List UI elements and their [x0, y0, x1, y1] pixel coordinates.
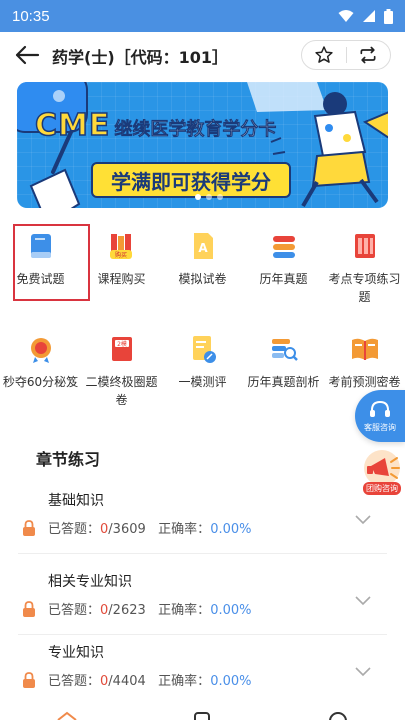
answered-label: 已答题： — [48, 603, 101, 618]
status-bar: 10:35 — [0, 0, 405, 32]
chapter-stats: 已答题：0/3609 正确率：0.00% — [48, 518, 252, 537]
menu-item-final-exam[interactable]: 2模 二模终极圈题卷 — [81, 327, 162, 409]
menu-label: 二模终极圈题卷 — [85, 375, 158, 407]
accuracy-value: 0.00% — [210, 674, 252, 689]
menu-label: 一模测评 — [178, 375, 227, 389]
total-count: /3609 — [108, 522, 146, 537]
carousel-dot — [206, 194, 212, 200]
battery-icon — [384, 8, 393, 24]
favorite-button[interactable] — [302, 41, 346, 69]
menu-label: 免费试题 — [16, 272, 65, 286]
chapter-title: 专业知识 — [48, 645, 104, 661]
customer-service-button[interactable]: 客服咨询 — [355, 390, 405, 442]
nav-tab-icon[interactable] — [194, 712, 210, 720]
menu-label: 模拟试卷 — [178, 272, 227, 286]
book-icon — [30, 234, 51, 258]
exam-book-icon: 2模 — [111, 337, 132, 361]
chevron-down-icon[interactable] — [354, 595, 372, 607]
back-arrow-icon[interactable] — [14, 44, 40, 66]
header-actions — [301, 40, 391, 70]
chevron-down-icon[interactable] — [354, 514, 372, 526]
archive-icon — [354, 234, 375, 258]
section-title: 章节练习 — [36, 450, 101, 469]
svg-text:2模: 2模 — [117, 340, 127, 348]
banner-slogan: 学满即可获得学分 — [91, 162, 291, 198]
promo-banner[interactable]: CME 继续医学教育学分卡 学满即可获得学分 — [17, 82, 388, 208]
search-paper-icon — [271, 339, 298, 361]
answered-label: 已答题： — [48, 522, 101, 537]
accuracy-value: 0.00% — [210, 603, 252, 618]
menu-label: 考点专项练习题 — [328, 272, 401, 304]
total-count: /2623 — [108, 603, 146, 618]
switch-icon — [360, 46, 376, 64]
stacked-papers-icon — [272, 236, 295, 258]
total-count: /4404 — [108, 674, 146, 689]
wifi-icon — [338, 10, 354, 22]
banner-title-cn: 继续医学教育学分卡 — [114, 119, 277, 141]
lock-icon — [23, 520, 35, 536]
chapter-item[interactable]: 专业知识 已答题：0/4404 正确率：0.00% — [0, 630, 405, 706]
chapter-stats: 已答题：0/4404 正确率：0.00% — [48, 670, 252, 689]
books-purchase-icon: 购买 — [109, 234, 132, 259]
chevron-down-icon[interactable] — [354, 666, 372, 678]
paper-a-icon: A — [193, 233, 213, 259]
chapter-item[interactable]: 相关专业知识 已答题：0/2623 正确率：0.00% — [0, 559, 405, 635]
banner-title-en: CME — [34, 107, 111, 144]
chapter-title: 基础知识 — [48, 493, 104, 509]
chapter-item[interactable]: 基础知识 已答题：0/3609 正确率：0.00% — [0, 478, 405, 554]
svg-text:A: A — [198, 241, 208, 255]
menu-label: 历年真题 — [259, 272, 308, 286]
page: 药学(士)［代码：101］ CME 继续医学教育学分卡 学满即可获得学分 免费试… — [0, 32, 405, 720]
chapter-title: 相关专业知识 — [48, 574, 132, 590]
accuracy-value: 0.00% — [210, 522, 252, 537]
status-time: 10:35 — [12, 7, 50, 25]
menu-item-topic-practice[interactable]: 考点专项练习题 — [324, 224, 405, 306]
page-title: 药学(士)［代码：101］ — [52, 48, 229, 67]
carousel-dots — [195, 194, 223, 200]
menu-label: 秒夺60分秘笈 — [2, 375, 79, 389]
profile-icon[interactable] — [329, 712, 347, 720]
open-book-icon — [351, 338, 378, 360]
status-icons — [338, 8, 393, 24]
edit-note-icon — [192, 336, 216, 363]
headset-icon — [370, 400, 390, 417]
menu-item-past-papers[interactable]: 历年真题 — [243, 224, 324, 306]
menu-item-secret-tips[interactable]: 秒夺60分秘笈 — [0, 327, 81, 409]
star-icon — [315, 46, 333, 63]
menu-label: 历年真题剖析 — [247, 375, 320, 389]
lock-icon — [23, 672, 35, 688]
medal-icon — [30, 338, 51, 363]
chapter-stats: 已答题：0/2623 正确率：0.00% — [48, 599, 252, 618]
menu-item-first-test[interactable]: 一模测评 — [162, 327, 243, 409]
menu-label: 课程购买 — [97, 272, 146, 286]
menu-item-past-analysis[interactable]: 历年真题剖析 — [243, 327, 324, 409]
menu-item-free-questions[interactable]: 免费试题 — [0, 224, 81, 306]
svg-text:购买: 购买 — [114, 251, 126, 259]
accuracy-label: 正确率： — [158, 603, 211, 618]
menu-row-2: 秒夺60分秘笈 2模 二模终极圈题卷 一模测评 历年真题剖析 考前预测密卷 — [0, 327, 405, 409]
carousel-dot — [217, 194, 223, 200]
customer-service-label: 客服咨询 — [364, 423, 396, 432]
home-icon[interactable] — [57, 711, 77, 720]
menu-item-mock-exam[interactable]: A 模拟试卷 — [162, 224, 243, 306]
signal-icon — [363, 10, 375, 22]
header: 药学(士)［代码：101］ — [0, 32, 405, 78]
carousel-dot-active — [195, 194, 201, 200]
menu-label: 考前预测密卷 — [328, 375, 401, 389]
answered-label: 已答题： — [48, 674, 101, 689]
banner-title: CME 继续医学教育学分卡 — [27, 107, 284, 144]
switch-button[interactable] — [347, 41, 391, 69]
bottom-nav — [57, 711, 347, 720]
menu-row-1: 免费试题 购买 课程购买 A 模拟试卷 历年真题 考点专项练习题 — [0, 224, 405, 306]
accuracy-label: 正确率： — [158, 674, 211, 689]
lock-icon — [23, 601, 35, 617]
accuracy-label: 正确率： — [158, 522, 211, 537]
menu-item-course-purchase[interactable]: 购买 课程购买 — [81, 224, 162, 306]
